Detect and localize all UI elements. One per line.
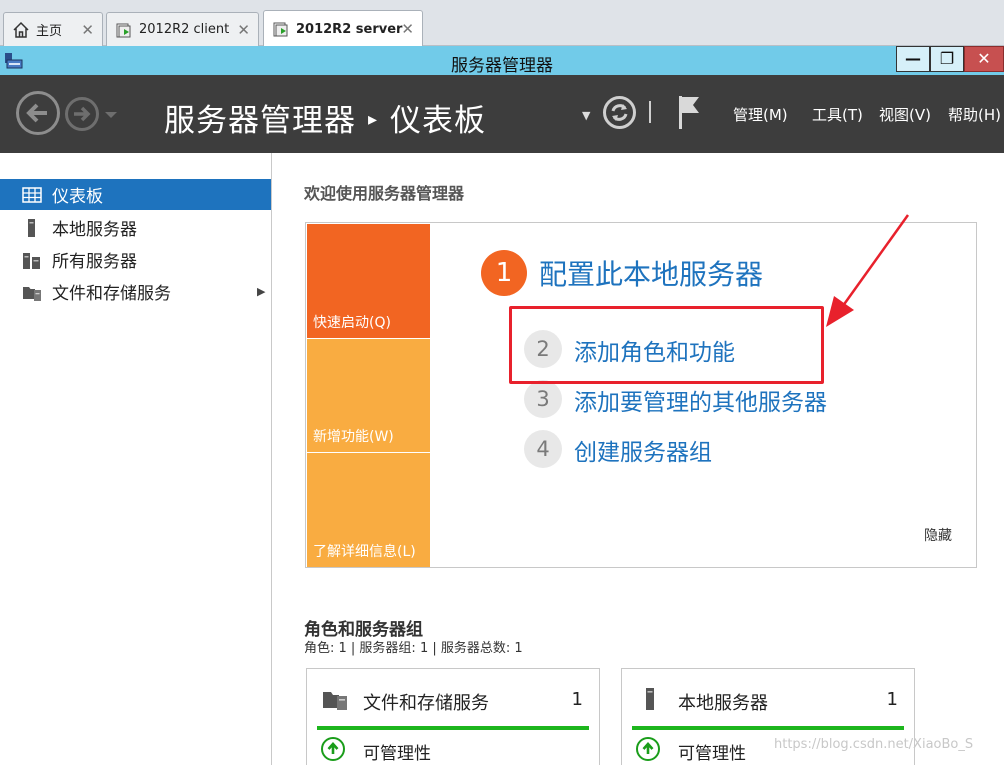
tab-home[interactable]: 主页 ✕ <box>3 12 103 46</box>
tile-learn-more[interactable]: 了解详细信息(L) <box>307 453 430 567</box>
sidebar: 仪表板 本地服务器 所有服务器 文件和存储服务 ▶ <box>0 153 272 765</box>
step-create-server-group[interactable]: 创建服务器组 <box>574 433 712 467</box>
step-configure-local-server[interactable]: 配置此本地服务器 <box>539 253 763 293</box>
server-icon <box>646 688 654 710</box>
step-4-badge: 4 <box>524 430 562 468</box>
status-bar <box>632 726 904 730</box>
history-dropdown-icon[interactable] <box>104 110 118 120</box>
sidebar-item-all-servers[interactable]: 所有服务器 <box>0 244 271 275</box>
annotation-highlight-box <box>509 306 824 384</box>
minimize-button[interactable]: — <box>896 46 930 72</box>
sidebar-item-label: 所有服务器 <box>52 252 137 272</box>
dashboard-icon <box>22 186 42 203</box>
sidebar-item-local-server[interactable]: 本地服务器 <box>0 212 271 243</box>
tile-quick-start[interactable]: 快速启动(Q) <box>307 224 430 338</box>
close-button[interactable]: ✕ <box>964 46 1004 72</box>
window-title: 服务器管理器 <box>451 56 553 76</box>
menu-manage[interactable]: 管理(M) <box>733 104 788 125</box>
vm-icon <box>273 22 288 37</box>
window-title-bar[interactable]: 服务器管理器 — ❐ ✕ <box>0 46 1004 76</box>
menu-tools[interactable]: 工具(T) <box>812 104 863 125</box>
menu-view[interactable]: 视图(V) <box>879 104 931 125</box>
breadcrumb-dropdown-icon[interactable]: ▼ <box>582 109 590 122</box>
close-icon[interactable]: ✕ <box>237 21 250 39</box>
annotation-arrow-icon <box>826 214 910 327</box>
card-status-manageability[interactable]: 可管理性 <box>363 739 431 764</box>
close-icon: ✕ <box>977 49 991 68</box>
servers-icon <box>23 252 40 269</box>
minimize-icon: — <box>905 49 921 68</box>
file-storage-icon <box>23 286 41 301</box>
arrow-up-circle-icon <box>321 737 345 761</box>
welcome-heading: 欢迎使用服务器管理器 <box>304 184 465 203</box>
sidebar-item-label: 仪表板 <box>52 187 103 207</box>
roles-summary: 角色: 1 | 服务器组: 1 | 服务器总数: 1 <box>304 641 523 656</box>
arrow-up-circle-icon <box>636 737 660 761</box>
card-count: 1 <box>886 689 898 710</box>
screen: 主页 ✕ 2012R2 client ✕ 2012R2 server ✕ 服务器… <box>0 0 1004 765</box>
tab-server[interactable]: 2012R2 server ✕ <box>263 10 423 47</box>
tab-label: 2012R2 client <box>139 22 230 37</box>
breadcrumb-app[interactable]: 服务器管理器 <box>164 103 356 139</box>
card-status-manageability[interactable]: 可管理性 <box>678 739 746 764</box>
step-add-other-servers[interactable]: 添加要管理的其他服务器 <box>574 383 827 417</box>
maximize-icon: ❐ <box>939 49 955 68</box>
status-bar <box>317 726 589 730</box>
arrow-left-icon <box>26 103 47 123</box>
menu-help[interactable]: 帮助(H) <box>948 104 1001 125</box>
step-1-badge: 1 <box>481 250 527 296</box>
tab-label: 主页 <box>36 24 63 39</box>
notification-flag-icon[interactable] <box>676 94 702 130</box>
breadcrumb: 服务器管理器 ▸ 仪表板 <box>164 95 486 140</box>
tile-label: 新增功能(W) <box>313 429 394 445</box>
app-header: 服务器管理器 ▸ 仪表板 ▼ 管理(M) 工具(T) 视图(V) 帮助(H) <box>0 75 1004 153</box>
sidebar-item-label: 文件和存储服务 <box>52 284 171 304</box>
role-card-file-storage[interactable]: 文件和存储服务 1 可管理性 <box>306 668 600 765</box>
watermark: https://blog.csdn.net/XiaoBo_S <box>774 737 974 752</box>
tab-client[interactable]: 2012R2 client ✕ <box>106 12 259 46</box>
maximize-button[interactable]: ❐ <box>930 46 964 72</box>
sidebar-item-label: 本地服务器 <box>52 220 137 240</box>
card-title: 本地服务器 <box>678 693 768 714</box>
tile-label: 快速启动(Q) <box>313 315 391 331</box>
vm-icon <box>116 23 131 37</box>
sidebar-item-file-storage[interactable]: 文件和存储服务 ▶ <box>0 276 271 307</box>
breadcrumb-separator-icon: ▸ <box>368 109 379 130</box>
tile-whats-new[interactable]: 新增功能(W) <box>307 339 430 452</box>
card-count: 1 <box>571 689 583 710</box>
file-storage-icon <box>323 692 347 710</box>
sidebar-item-dashboard[interactable]: 仪表板 <box>0 179 271 210</box>
server-icon <box>28 218 35 237</box>
header-divider <box>649 101 651 123</box>
tile-label: 了解详细信息(L) <box>313 544 416 560</box>
refresh-icon <box>611 104 628 121</box>
arrow-right-icon <box>74 106 91 122</box>
vm-tab-strip: 主页 ✕ 2012R2 client ✕ 2012R2 server ✕ <box>0 0 1004 47</box>
hide-link[interactable]: 隐藏 <box>924 525 952 545</box>
breadcrumb-page: 仪表板 <box>390 103 487 139</box>
expand-arrow-icon[interactable]: ▶ <box>257 285 265 298</box>
close-icon[interactable]: ✕ <box>401 20 414 38</box>
forward-button[interactable] <box>65 97 99 131</box>
card-title: 文件和存储服务 <box>363 693 489 714</box>
close-icon[interactable]: ✕ <box>81 21 94 39</box>
back-button[interactable] <box>16 91 60 135</box>
step-3-badge: 3 <box>524 380 562 418</box>
tab-label: 2012R2 server <box>296 21 403 37</box>
refresh-button[interactable] <box>603 96 636 129</box>
home-icon <box>13 21 29 38</box>
